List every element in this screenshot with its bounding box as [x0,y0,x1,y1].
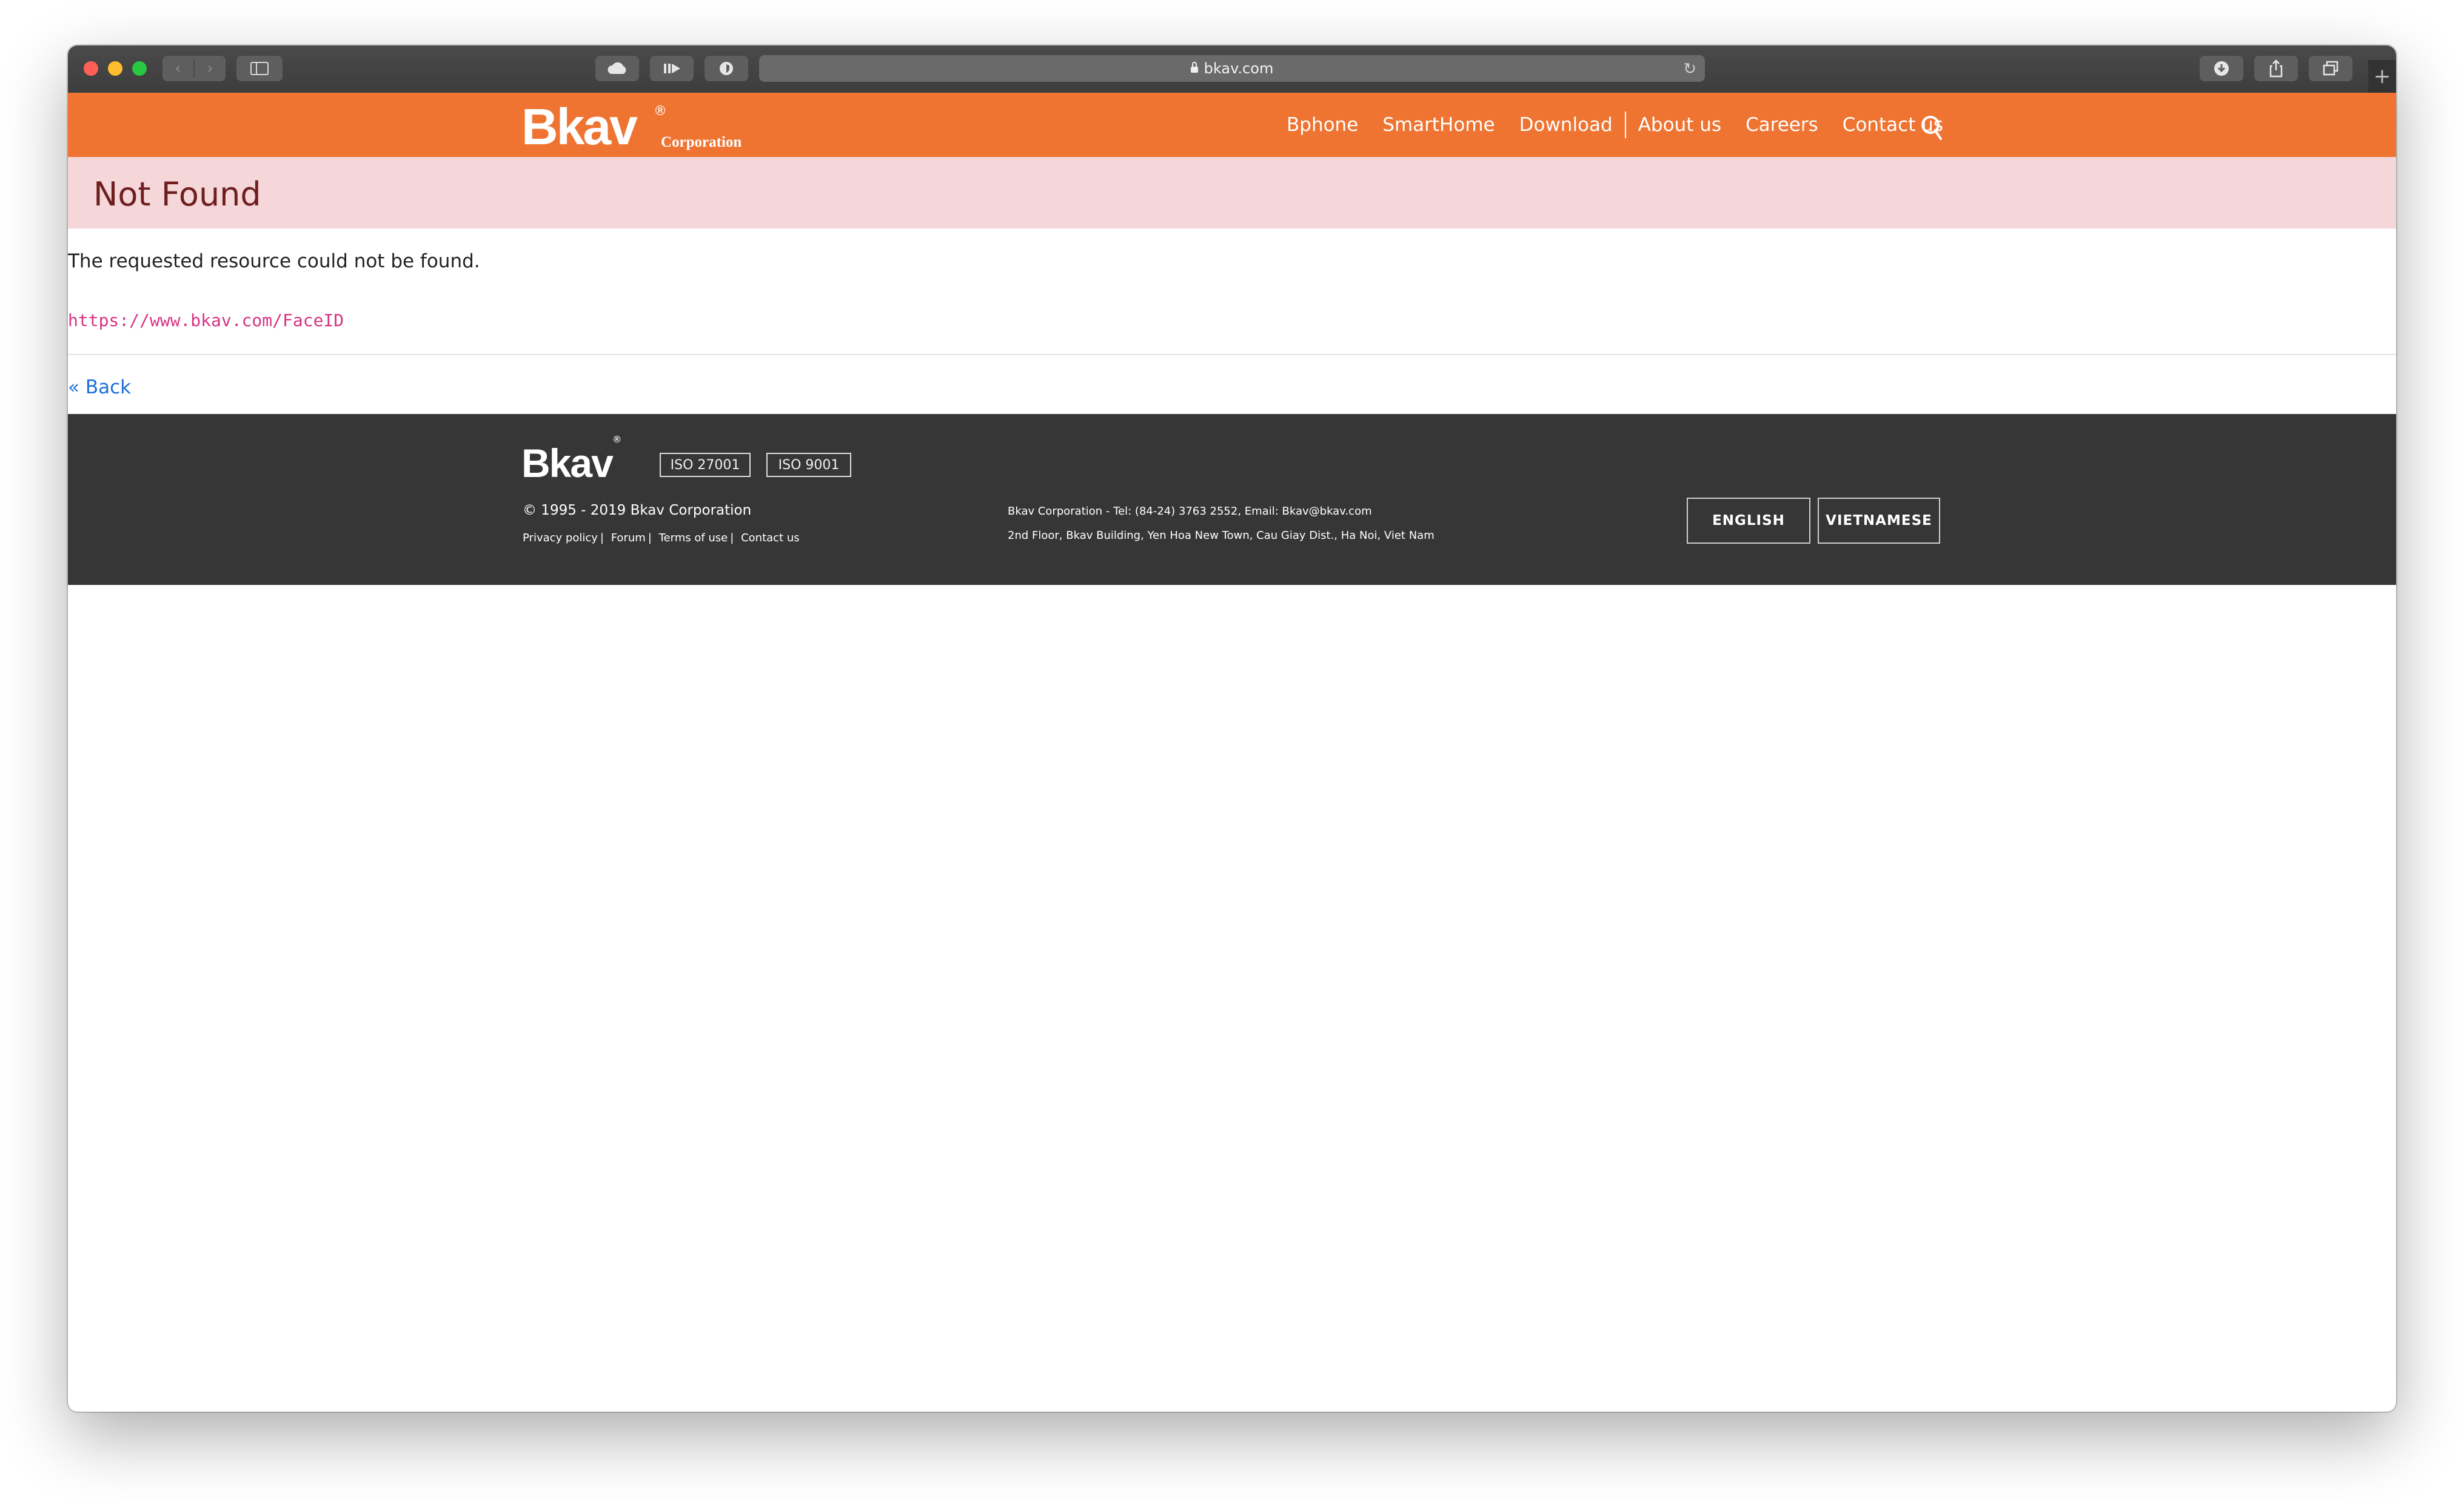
sidebar-icon [250,62,269,75]
nav-bphone[interactable]: Bphone [1287,114,1358,136]
iso-27001-badge: ISO 27001 [660,453,751,477]
play-forward-icon [664,64,680,73]
logo-registered-mark: ® [654,104,667,119]
browser-window: ‹ › bkav.com ↻ + Bkav ® Corporation Bpho… [68,45,2396,1412]
footer-logo-wordmark: Bkav [521,441,614,486]
footer-address-line: 2nd Floor, Bkav Building, Yen Hoa New To… [1008,529,1435,542]
nav-about-us[interactable]: About us [1638,114,1721,136]
browser-toolbar: ‹ › bkav.com ↻ + [68,45,2396,94]
address-bar[interactable]: bkav.com ↻ [759,55,1705,82]
tabs-icon [2323,61,2338,76]
site-header: Bkav ® Corporation Bphone SmartHome Down… [68,93,2396,157]
requested-url: https://www.bkav.com/FaceID [68,310,344,330]
footer-links: Privacy policy | Forum | Terms of use | Con… [523,532,800,544]
close-window-button[interactable] [84,61,98,76]
footer-contact-line: Bkav Corporation - Tel: (84-24) 3763 255… [1008,505,1372,518]
nav-divider [1624,112,1626,138]
footer-logo-registered-mark: ® [613,435,621,445]
language-english-button[interactable]: ENGLISH [1687,498,1810,544]
copyright-text: © 1995 - 2019 Bkav Corporation [523,502,752,518]
page-title: Not Found [93,175,261,213]
new-tab-button[interactable]: + [2368,60,2396,93]
reload-icon[interactable]: ↻ [1683,60,1696,78]
media-button[interactable] [650,56,694,81]
tabs-overview-button[interactable] [2309,56,2352,81]
history-nav: ‹ › [162,56,226,81]
logo-corporation: Corporation [661,134,742,150]
download-icon [2214,61,2229,76]
privacy-extension-button[interactable] [705,56,748,81]
footer-link-forum[interactable]: Forum [611,532,646,544]
cloud-icon [608,62,626,74]
site-footer: Bkav® ISO 27001 ISO 9001 © 1995 - 2019 B… [68,414,2396,585]
maximize-window-button[interactable] [132,61,147,76]
nav-careers[interactable]: Careers [1746,114,1818,136]
iso-9001-badge: ISO 9001 [766,453,851,477]
footer-link-terms[interactable]: Terms of use [659,532,728,544]
footer-link-contact[interactable]: Contact us [741,532,800,544]
downloads-button[interactable] [2200,56,2243,81]
back-nav-button[interactable]: ‹ [162,59,195,78]
footer-logo: Bkav® [521,435,621,486]
minimize-window-button[interactable] [108,61,122,76]
bkav-logo[interactable]: Bkav ® Corporation [521,98,742,155]
address-text: bkav.com [1204,60,1274,77]
error-message: The requested resource could not be foun… [68,250,480,272]
back-link[interactable]: « Back [68,376,131,398]
share-button[interactable] [2254,56,2298,81]
forward-nav-button[interactable]: › [195,59,226,78]
footer-link-privacy[interactable]: Privacy policy [523,532,598,544]
nav-smarthome[interactable]: SmartHome [1382,114,1495,136]
language-vietnamese-button[interactable]: VIETNAMESE [1818,498,1940,544]
main-nav: Bphone SmartHome Download About us Caree… [1287,93,1943,157]
search-icon[interactable] [1920,115,1943,141]
sidebar-toggle-button[interactable] [236,56,283,81]
icloud-tabs-button[interactable] [595,56,639,81]
nav-download[interactable]: Download [1519,114,1613,136]
divider [68,354,2396,355]
lock-icon [1190,62,1198,73]
logo-wordmark: Bkav [521,98,638,155]
share-icon [2269,59,2283,78]
error-alert: Not Found [68,157,2396,229]
shield-icon [720,62,733,75]
